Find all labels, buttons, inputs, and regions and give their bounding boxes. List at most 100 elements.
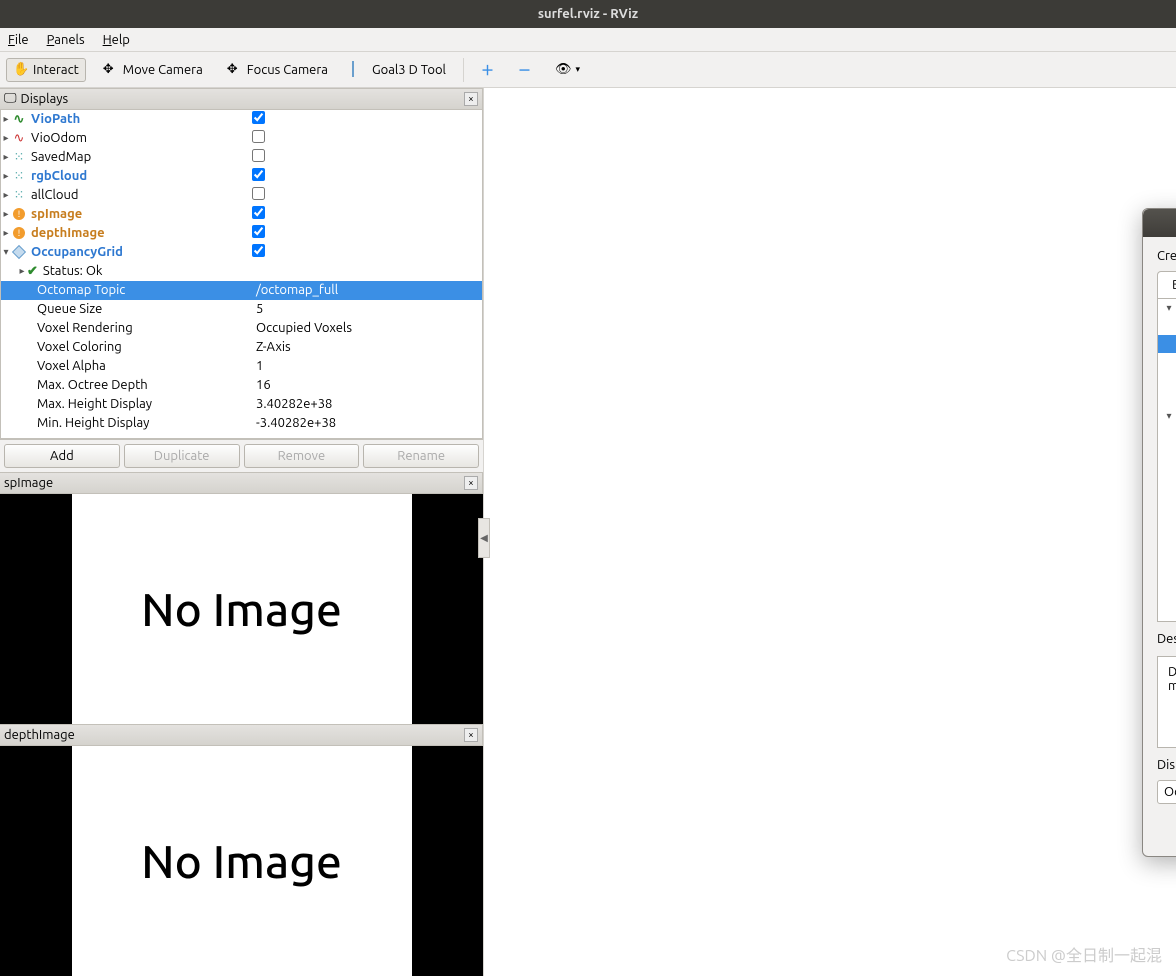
visibility-checkbox[interactable]	[252, 187, 265, 200]
visibility-checkbox[interactable]	[252, 168, 265, 181]
add-display-dialog: rviz × Create visualization By display t…	[1142, 208, 1176, 857]
tree-item[interactable]: ▸!depthImage	[1, 224, 482, 243]
add-button[interactable]: Add	[4, 444, 120, 468]
item-icon: ∿	[11, 130, 27, 146]
tree-property[interactable]: Max. Octree Depth16	[1, 376, 482, 395]
close-icon[interactable]: ×	[464, 92, 478, 106]
tool-focus-camera[interactable]: ✥Focus Camera	[220, 58, 335, 82]
display-name-input[interactable]	[1157, 780, 1176, 804]
no-image-label: No Image	[72, 746, 412, 976]
item-icon: !	[11, 225, 27, 241]
chevron-down-icon: ▾	[576, 64, 581, 75]
type-item[interactable]: ☁DepthCloud	[1158, 461, 1176, 479]
tree-property[interactable]: Voxel ColoringZ-Axis	[1, 338, 482, 357]
window-titlebar: surfel.rviz - RViz	[0, 0, 1176, 28]
visibility-checkbox[interactable]	[252, 244, 265, 257]
displays-title: Displays	[21, 92, 69, 106]
tree-item[interactable]: ▸∿VioPath	[1, 110, 482, 129]
eye-icon: 👁	[555, 62, 572, 77]
tool-goal-3d[interactable]: Goal3 D Tool	[345, 58, 453, 82]
tool-minus[interactable]: －	[511, 56, 538, 83]
type-item[interactable]: ▾rviz	[1158, 407, 1176, 425]
dialog-titlebar[interactable]: rviz ×	[1143, 209, 1176, 237]
item-icon: ⁙	[11, 168, 27, 184]
visibility-checkbox[interactable]	[252, 206, 265, 219]
type-item[interactable]: ▦GridCells	[1158, 533, 1176, 551]
description-text: Displays 3D occupancy grids generated fr…	[1157, 656, 1176, 748]
description-label: Description:	[1157, 632, 1176, 646]
3d-viewport[interactable]: ◀ rviz × Create visualization By display…	[484, 88, 1176, 976]
spimage-view: No Image	[0, 494, 483, 724]
type-item[interactable]: OccupancyGrid	[1158, 335, 1176, 353]
type-item[interactable]: OccupancyGridStamped	[1158, 353, 1176, 371]
spimage-title: spImage	[4, 476, 53, 490]
depthimage-view: No Image	[0, 746, 483, 976]
visibility-checkbox[interactable]	[252, 149, 265, 162]
move-icon: ✥	[103, 62, 119, 78]
window-title: surfel.rviz - RViz	[538, 7, 638, 21]
display-name-label: Display Name	[1157, 758, 1176, 772]
type-item[interactable]: ⊞Grid	[1158, 515, 1176, 533]
close-icon[interactable]: ×	[464, 728, 478, 742]
tree-item[interactable]: ▸!spImage	[1, 205, 482, 224]
tree-property[interactable]: Max. Height Display3.40282e+38	[1, 395, 482, 414]
menu-file[interactable]: File	[8, 33, 29, 47]
item-icon	[11, 244, 27, 260]
monitor-icon: 🖵	[4, 91, 17, 106]
tab-by-display-type[interactable]: By display type	[1157, 271, 1176, 298]
visibility-checkbox[interactable]	[252, 130, 265, 143]
visibility-checkbox[interactable]	[252, 111, 265, 124]
type-item[interactable]: OccupancyMap	[1158, 371, 1176, 389]
type-item[interactable]: 🔵Effort	[1158, 479, 1176, 497]
diamond-icon	[352, 62, 368, 78]
type-item[interactable]: OccupancyMapStamped	[1158, 389, 1176, 407]
type-item[interactable]: ⅄Axes	[1158, 425, 1176, 443]
depthimage-title: depthImage	[4, 728, 75, 742]
item-icon: ⁙	[11, 149, 27, 165]
item-icon: !	[11, 206, 27, 222]
tree-property[interactable]: Queue Size5	[1, 300, 482, 319]
focus-icon: ✥	[227, 62, 243, 78]
tree-property[interactable]: Voxel RenderingOccupied Voxels	[1, 319, 482, 338]
remove-button[interactable]: Remove	[244, 444, 360, 468]
depthimage-panel-header[interactable]: depthImage ×	[0, 724, 483, 746]
tree-item[interactable]: ▸⁙SavedMap	[1, 148, 482, 167]
tree-property[interactable]: Voxel Alpha1	[1, 357, 482, 376]
toolbar: ✋Interact ✥Move Camera ✥Focus Camera Goa…	[0, 52, 1176, 88]
display-type-tree[interactable]: ▾octomap_rviz_pluginsColorOccupancyGridO…	[1157, 298, 1176, 622]
menu-panels[interactable]: Panels	[47, 33, 85, 47]
rename-button[interactable]: Rename	[363, 444, 479, 468]
minus-icon: －	[518, 60, 531, 79]
menu-help[interactable]: Help	[103, 33, 130, 47]
type-item[interactable]: 💡Illuminance	[1158, 569, 1176, 587]
displays-tree[interactable]: ▸∿VioPath▸∿VioOdom▸⁙SavedMap▸⁙rgbCloud▸⁙…	[0, 110, 483, 439]
close-icon[interactable]: ×	[464, 476, 478, 490]
collapse-handle[interactable]: ◀	[478, 518, 490, 558]
type-item[interactable]: FluidPressure	[1158, 497, 1176, 515]
tree-item[interactable]: ▸⁙rgbCloud	[1, 167, 482, 186]
item-icon: ⁙	[11, 187, 27, 203]
type-item[interactable]: 🎥Camera	[1158, 443, 1176, 461]
tree-property[interactable]: ▸✔ Status: Ok	[1, 262, 482, 281]
spimage-panel-header[interactable]: spImage ×	[0, 472, 483, 494]
type-item[interactable]: ColorOccupancyGrid	[1158, 317, 1176, 335]
tree-property[interactable]: Octomap Topic/octomap_full	[1, 281, 482, 300]
tree-property[interactable]: Min. Height Display-3.40282e+38	[1, 414, 482, 433]
displays-buttons: Add Duplicate Remove Rename	[0, 439, 483, 472]
displays-panel-header[interactable]: 🖵 Displays ×	[0, 88, 483, 110]
plus-icon: ＋	[481, 60, 494, 79]
tool-move-camera[interactable]: ✥Move Camera	[96, 58, 210, 82]
hand-icon: ✋	[13, 62, 29, 78]
type-item[interactable]: Group	[1158, 551, 1176, 569]
visibility-checkbox[interactable]	[252, 225, 265, 238]
duplicate-button[interactable]: Duplicate	[124, 444, 240, 468]
type-item[interactable]: 🖼Image	[1158, 587, 1176, 605]
tool-interact[interactable]: ✋Interact	[6, 58, 86, 82]
tool-plus[interactable]: ＋	[474, 56, 501, 83]
type-item[interactable]: ▾octomap_rviz_plugins	[1158, 299, 1176, 317]
tree-item[interactable]: ▾OccupancyGrid	[1, 243, 482, 262]
tree-item[interactable]: ▸⁙allCloud	[1, 186, 482, 205]
menu-bar: File Panels Help	[0, 28, 1176, 52]
tree-item[interactable]: ▸∿VioOdom	[1, 129, 482, 148]
tool-eye[interactable]: 👁▾	[548, 58, 587, 81]
